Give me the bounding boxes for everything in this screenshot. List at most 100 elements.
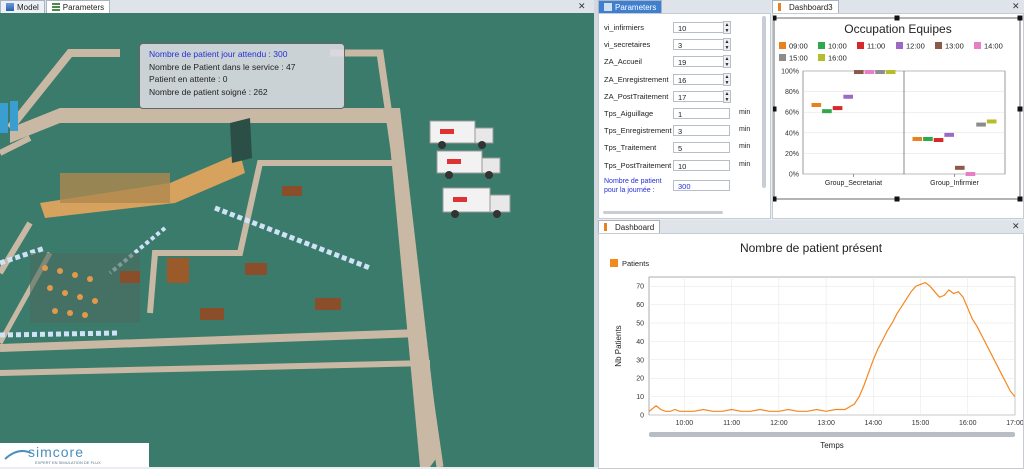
y-axis-label: Nb Patients: [614, 325, 623, 366]
bar-mark: [811, 102, 822, 107]
bar-mark: [822, 109, 832, 114]
x-tick-label: 10:00: [676, 420, 694, 427]
bar-mark: [832, 106, 843, 111]
x-tick-label: 11:00: [723, 420, 740, 427]
spinner-icon[interactable]: ▲ ▼: [723, 38, 731, 52]
legend-swatch: [935, 42, 942, 49]
x-tick-label: 12:00: [770, 420, 788, 427]
legend-label: 16:00: [828, 54, 847, 63]
tab-parameters[interactable]: Parameters: [45, 0, 111, 13]
param-input-Tps_Enregistrement[interactable]: 3: [673, 125, 730, 137]
x-tick-label: 17:00: [1006, 420, 1023, 427]
y-tick-label: 50: [636, 321, 644, 328]
param-label-Tps_Enregistrement: Tps_Enregistrement: [604, 126, 672, 136]
legend-swatch: [896, 42, 903, 49]
y-tick-label: 0: [640, 413, 644, 420]
bar-mark: [885, 70, 896, 75]
time-scrollbar: [649, 432, 1015, 437]
dash3-tabbar: Dashboard3: [772, 0, 1024, 14]
bar-mark: [965, 172, 976, 176]
plot-area: [648, 276, 1016, 416]
x-tick-label: 15:00: [912, 420, 930, 427]
model-icon: [6, 3, 14, 11]
bar-mark: [933, 138, 944, 143]
overlay-patients-in-service: Nombre de Patient dans le service : 47: [149, 61, 296, 72]
tab-params-panel[interactable]: Parameters: [598, 0, 663, 13]
scrollbar-vertical[interactable]: [762, 16, 766, 188]
spinner-icon[interactable]: ▲ ▼: [723, 55, 731, 69]
param-label-Tps_Traitement: Tps_Traitement: [604, 143, 657, 153]
legend-label: 14:00: [984, 42, 1003, 51]
param-input-Tps_Aiguillage[interactable]: 1: [673, 108, 730, 119]
param-input-ZA_Accueil[interactable]: 19: [673, 56, 730, 68]
spinner-icon[interactable]: ▲ ▼: [723, 21, 731, 34]
resize-handle: [773, 15, 777, 21]
legend-label: 12:00: [906, 42, 925, 51]
bar-mark: [854, 70, 864, 75]
param-label-ZA_PostTraitement: ZA_PostTraitement: [604, 91, 669, 101]
param-input-ZA_Enregistrement[interactable]: 16: [673, 73, 730, 85]
close-dashboard-icon[interactable]: ✕: [1012, 221, 1020, 232]
param-label-Tps_PostTraitement: Tps_PostTraitement: [604, 160, 672, 170]
tab-dashboard[interactable]: Dashboard: [598, 220, 661, 233]
parameters-icon: [51, 3, 60, 11]
left-tabbar: Model Parameters: [0, 0, 594, 14]
bar-mark: [875, 70, 885, 75]
param-nb-input[interactable]: 300: [673, 179, 730, 191]
dashboard3-panel[interactable]: Occupation Equipes 09:00 10:00 11:00 12:00 13…: [772, 13, 1024, 219]
patients-chart: Nombre de patient présent Patients 0 10 20 30…: [610, 241, 1023, 450]
category-label: Group_Secretariat: [825, 180, 882, 187]
param-input-vi_secretaires[interactable]: 3: [673, 39, 730, 51]
x-tick-label: 13:00: [817, 420, 835, 427]
occupation-chart: Occupation Equipes 09:00 10:00 11:00 12:00 13…: [773, 15, 1023, 202]
overlay-patients-treated: Nombre de patient soigné : 262: [149, 86, 268, 97]
logo-swoosh-icon: [4, 450, 32, 460]
legend-label: Patients: [622, 259, 649, 268]
legend-label: 15:00: [789, 54, 808, 63]
param-input-Tps_PostTraitement[interactable]: 10: [673, 159, 730, 171]
param-input-Tps_Traitement[interactable]: 5: [673, 142, 730, 154]
params-panel-icon: [604, 3, 612, 11]
param-label-ZA_Accueil: ZA_Accueil: [604, 57, 642, 67]
param-nb-label: Nombre de patient pour la journée :: [604, 177, 662, 194]
spinner-icon[interactable]: ▲ ▼: [723, 89, 731, 103]
simcore-logo: simcore EXPERT EN SIMULATION DE FLUX: [0, 443, 149, 467]
y-tick-label: 40%: [785, 130, 799, 137]
dashboard-panel[interactable]: Nombre de patient présent Patients 0 10 20 30…: [598, 233, 1024, 469]
info-overlay: Nombre de patient jour attendu : 300 Nom…: [139, 43, 345, 109]
spinner-icon[interactable]: ▲ ▼: [723, 72, 731, 86]
y-tick-label: 60%: [785, 110, 799, 117]
parameters-panel: vi_infirmiers 10 ▲ ▼ vi_secretaires 3 ▲ ▼ ZA_Acc…: [598, 13, 771, 219]
tab-model[interactable]: Model: [0, 0, 45, 13]
resize-handle: [773, 196, 777, 202]
tab-dashboard3[interactable]: Dashboard3: [772, 0, 839, 13]
legend-label: 10:00: [828, 42, 847, 51]
tab-dashboard3-label: Dashboard3: [789, 2, 833, 12]
close-dashboard3-icon[interactable]: ✕: [1012, 1, 1020, 12]
y-tick-label: 100%: [781, 69, 799, 76]
param-label-Tps_Aiguillage: Tps_Aiguillage: [604, 109, 654, 118]
param-label-ZA_Enregistrement: ZA_Enregistrement: [604, 74, 669, 84]
resize-handle: [773, 106, 777, 112]
param-unit: min: [739, 126, 751, 134]
x-tick-label: 16:00: [959, 420, 977, 427]
bar-mark: [912, 136, 923, 141]
legend-swatch: [818, 54, 825, 61]
scrollbar-horizontal[interactable]: [603, 211, 723, 214]
close-icon[interactable]: ✕: [578, 1, 586, 12]
legend-swatch: [857, 42, 864, 49]
logo-tagline: EXPERT EN SIMULATION DE FLUX: [35, 460, 101, 465]
param-input-ZA_PostTraitement[interactable]: 17: [673, 90, 730, 102]
bar-mark: [986, 119, 997, 124]
3d-scene-view[interactable]: Nombre de patient jour attendu : 300 Nom…: [0, 13, 594, 467]
tab-params-panel-label: Parameters: [615, 2, 657, 12]
y-tick-label: 70: [636, 284, 644, 291]
legend-swatch: [779, 42, 786, 49]
param-input-vi_infirmiers[interactable]: 10: [673, 22, 730, 33]
param-label-vi_infirmiers: vi_infirmiers: [604, 23, 645, 32]
tab-dashboard-label: Dashboard: [615, 222, 655, 232]
legend-label: 11:00: [867, 42, 885, 51]
resize-handle: [1017, 106, 1023, 112]
logo-wordmark: simcore: [28, 444, 85, 460]
bar-mark: [864, 70, 875, 75]
